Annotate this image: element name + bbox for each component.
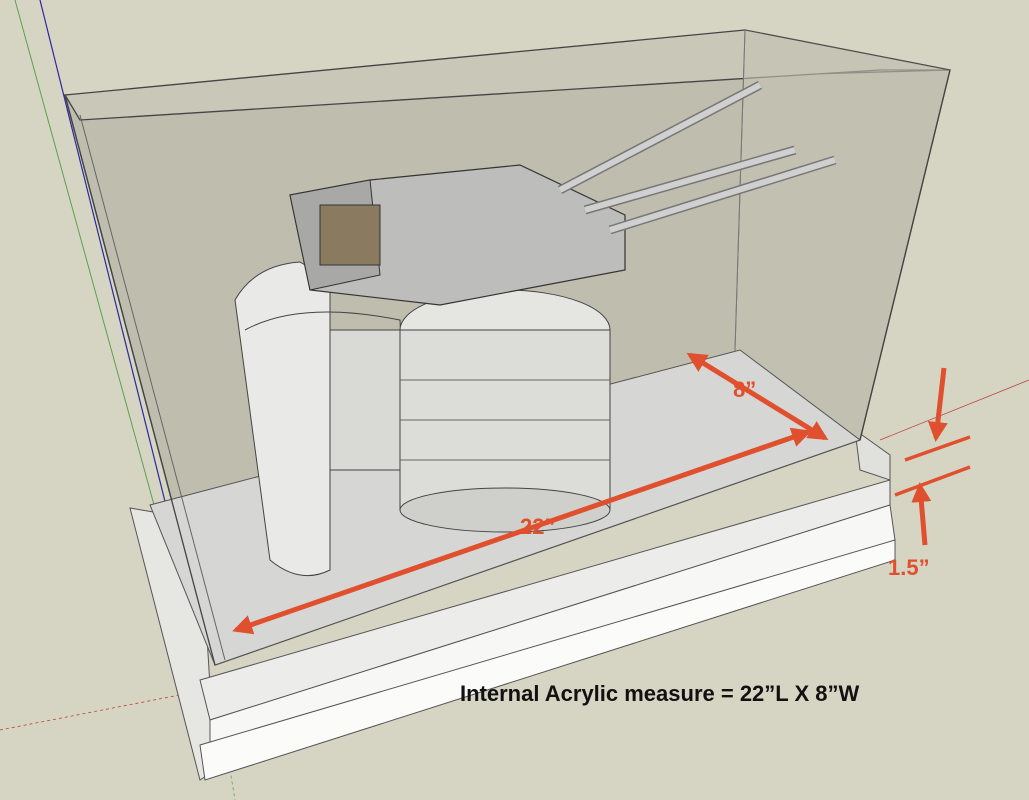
scene-canvas: 22” 8” 1.5” Internal Acrylic measure = 2…: [0, 0, 1029, 800]
base-height-dimension-label: 1.5”: [888, 555, 930, 580]
width-dimension-label: 8”: [733, 377, 756, 402]
length-dimension-label: 22”: [520, 514, 555, 539]
caption-text: Internal Acrylic measure = 22”L X 8”W: [460, 681, 859, 706]
